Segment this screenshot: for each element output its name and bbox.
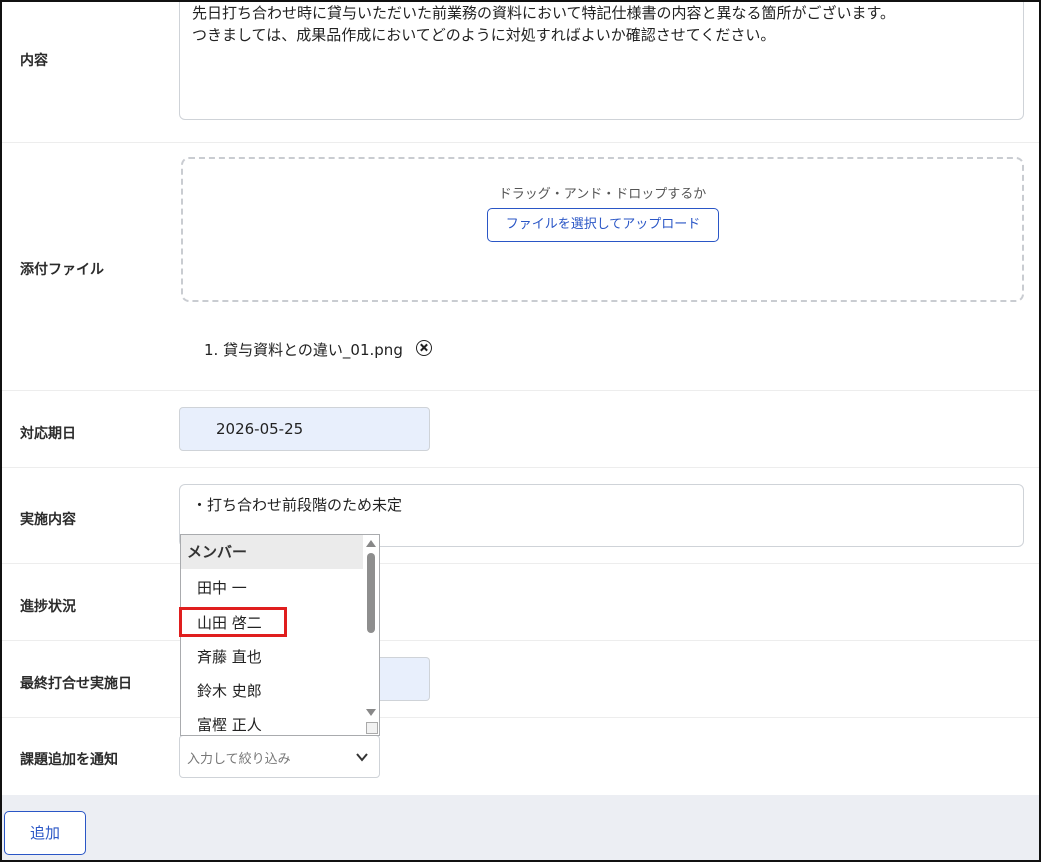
progress-row xyxy=(2,564,1039,641)
resize-grip-icon[interactable] xyxy=(366,722,378,734)
content-line-1: 先日打ち合わせ時に貸与いただいた前業務の資料において特記仕様書の内容と異なる箇所… xyxy=(192,4,896,22)
member-option[interactable]: 山田 啓二 xyxy=(197,612,262,633)
file-dropzone[interactable]: ドラッグ・アンド・ドロップするか ファイルを選択してアップロード xyxy=(181,157,1024,302)
implementation-text: ・打ち合わせ前段階のため未定 xyxy=(192,496,403,514)
content-line-2: つきましては、成果品作成においてどのように対処すればよいか確認させてください。 xyxy=(192,26,776,44)
notify-select[interactable]: 入力して絞り込み xyxy=(179,735,380,778)
member-option[interactable]: 鈴木 史郎 xyxy=(197,680,262,701)
notify-placeholder: 入力して絞り込み xyxy=(187,752,291,767)
upload-button[interactable]: ファイルを選択してアップロード xyxy=(487,208,719,242)
due-date-input[interactable]: 2026-05-25 xyxy=(179,407,430,451)
last-meeting-label: 最終打合せ実施日 xyxy=(20,676,132,692)
progress-label: 進捗状況 xyxy=(20,599,76,615)
member-listbox[interactable]: メンバー 田中 一 山田 啓二 斉藤 直也 鈴木 史郎 富樫 正人 xyxy=(180,534,380,736)
member-option[interactable]: 富樫 正人 xyxy=(197,714,262,735)
add-button[interactable]: 追加 xyxy=(4,811,86,855)
content-textarea[interactable]: 先日打ち合わせ時に貸与いただいた前業務の資料において特記仕様書の内容と異なる箇所… xyxy=(179,2,1024,120)
implementation-label: 実施内容 xyxy=(20,512,76,528)
last-meeting-row xyxy=(2,641,1039,718)
footer-bar xyxy=(2,795,1039,860)
form-window: 内容 先日打ち合わせ時に貸与いただいた前業務の資料において特記仕様書の内容と異な… xyxy=(0,0,1041,862)
scroll-up-arrow-icon[interactable] xyxy=(366,540,376,547)
dropzone-text: ドラッグ・アンド・ドロップするか xyxy=(498,187,707,202)
due-date-row xyxy=(2,391,1039,468)
scroll-down-arrow-icon[interactable] xyxy=(366,709,376,716)
due-date-label: 対応期日 xyxy=(20,426,76,442)
member-option[interactable]: 斉藤 直也 xyxy=(197,646,262,667)
listbox-group-header: メンバー xyxy=(181,535,363,569)
content-label: 内容 xyxy=(20,53,48,69)
member-option[interactable]: 田中 一 xyxy=(197,577,247,598)
remove-file-icon[interactable] xyxy=(416,340,432,356)
chevron-down-icon xyxy=(356,753,368,762)
notify-label: 課題追加を通知 xyxy=(20,752,118,768)
listbox-scrollbar[interactable] xyxy=(363,535,379,735)
attached-file-item: 1. 貸与資料との違い_01.png xyxy=(204,341,403,359)
last-meeting-date-input[interactable] xyxy=(379,657,430,701)
scrollbar-thumb[interactable] xyxy=(367,553,375,633)
attachment-label: 添付ファイル xyxy=(20,262,104,278)
